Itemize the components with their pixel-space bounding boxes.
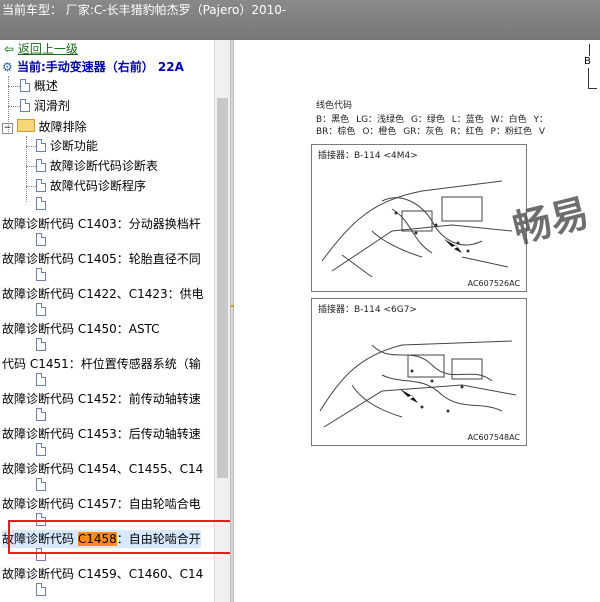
connector-top-bracket	[588, 68, 597, 89]
figure-code: AC607548AC	[467, 433, 520, 442]
wire-color-entry: P：粉红色	[490, 127, 532, 137]
scroll-thumb[interactable]	[217, 98, 228, 478]
connector-figure-2: 插接器：B-114 <6G7> AC607548AC	[311, 298, 527, 446]
tree-item-label: 概述	[33, 79, 58, 93]
connector-top-label: B	[584, 56, 591, 67]
tree-item-dtc-procedure[interactable]: 故障代码诊断程序	[36, 177, 146, 195]
tree-item-diagnosis-function[interactable]: 诊断功能	[36, 137, 98, 155]
tree-code-label: 故障诊断代码 C1452：前传动轴转速	[2, 392, 201, 406]
back-link-label: 返回上一级	[17, 42, 78, 56]
tree-item-doc[interactable]	[36, 371, 46, 389]
current-node[interactable]: ⚙ 当前:手动变速器（右前） 22A	[2, 58, 184, 76]
figure-label: 插接器：B-114 <6G7>	[318, 305, 417, 315]
wire-color-entry: V	[538, 127, 546, 137]
tree-item-label: 故障排除	[38, 120, 87, 134]
tree-item-doc[interactable]	[36, 581, 46, 599]
document-icon	[36, 408, 46, 421]
tree-item-code[interactable]: 故障诊断代码 C1453：后传动轴转速	[2, 425, 201, 443]
engine-bay-diagram	[319, 340, 517, 428]
wire-color-entry: BR：棕色	[316, 127, 356, 137]
document-icon	[36, 338, 46, 351]
tree-code-label: 故障诊断代码 C1450：ASTC	[2, 322, 160, 336]
title-bar-text: 当前车型： 厂家:C-长丰猎豹帕杰罗（Pajero）2010-	[2, 3, 287, 17]
tree-item-label: 诊断功能	[49, 139, 98, 153]
wire-color-row-2: BR：棕色 O：橙色 GR：灰色 R：红色 P：粉红色 V	[316, 124, 549, 137]
connector-figure-1: 插接器：B-114 <4M4> AC607526AC	[311, 144, 527, 292]
document-icon	[20, 99, 30, 112]
tree-item-doc[interactable]	[36, 301, 46, 319]
tree-item-doc[interactable]	[36, 195, 46, 213]
tree-code-label: 故障诊断代码 C1453：后传动轴转速	[2, 427, 201, 441]
tree-item-doc[interactable]	[36, 476, 46, 494]
wire-color-title: 线色代码	[316, 101, 353, 111]
tree-code-label: 故障诊断代码 C1459、C1460、C14	[2, 567, 204, 581]
collapse-icon: −	[2, 123, 13, 134]
content-pane: B 线色代码 B：黑色 LG：浅绿色 G：绿色 L：蓝色 W：白色 Y： BR：…	[234, 40, 600, 602]
document-icon	[36, 159, 46, 172]
tree-panel: ⇦ 返回上一级 ⚙ 当前:手动变速器（右前） 22A 概述 润滑剂 − 故障排除…	[0, 40, 230, 602]
figure-label: 插接器：B-114 <4M4>	[318, 151, 418, 161]
document-icon	[36, 478, 46, 491]
tree-item-troubleshooting[interactable]: − 故障排除	[2, 118, 87, 136]
tree-code-label: 代码 C1451：杆位置传感器系统（输	[2, 357, 201, 371]
document-icon	[36, 583, 46, 596]
tree-scrollbar[interactable]	[214, 40, 230, 602]
tree-item-code[interactable]: 故障诊断代码 C1459、C1460、C14	[2, 565, 203, 583]
tree-code-label: 故障诊断代码 C1422、C1423：供电	[2, 287, 204, 301]
document-icon	[36, 197, 46, 210]
selection-outline	[8, 520, 235, 554]
tree-item-label: 故障代码诊断程序	[49, 179, 146, 193]
arrow-icon	[444, 239, 462, 253]
tree-item-code[interactable]: 故障诊断代码 C1454、C1455、C14	[2, 460, 203, 478]
document-icon	[36, 179, 46, 192]
title-bar: 当前车型： 厂家:C-长丰猎豹帕杰罗（Pajero）2010-	[0, 0, 600, 40]
document-icon	[36, 303, 46, 316]
gear-icon: ⚙	[2, 60, 13, 74]
tree-item-lubricant[interactable]: 润滑剂	[20, 97, 70, 115]
tree-item-doc[interactable]	[36, 266, 46, 284]
tree-item-dtc-table[interactable]: 故障诊断代码诊断表	[36, 157, 158, 175]
tree-item-doc[interactable]	[36, 441, 46, 459]
tree-code-label: 故障诊断代码 C1454、C1455、C14	[2, 462, 204, 476]
back-arrow-icon: ⇦	[4, 42, 15, 56]
current-node-label: 当前:手动变速器（右前） 22A	[16, 60, 184, 74]
tree-item-label: 润滑剂	[33, 99, 70, 113]
tree-item-code[interactable]: 故障诊断代码 C1450：ASTC	[2, 320, 160, 338]
tree-item-label: 故障诊断代码诊断表	[49, 159, 158, 173]
tree-item-code[interactable]: 代码 C1451：杆位置传感器系统（输	[2, 355, 201, 373]
connector-top-line	[589, 44, 590, 56]
tree-item-code[interactable]: 故障诊断代码 C1422、C1423：供电	[2, 285, 204, 303]
wire-color-entry: GR：灰色	[403, 127, 444, 137]
document-icon	[36, 268, 46, 281]
arrow-icon	[400, 389, 418, 403]
tree-code-label: 故障诊断代码 C1403：分动器换档杆	[2, 217, 201, 231]
engine-bay-diagram	[321, 180, 513, 278]
tree-item-code[interactable]: 故障诊断代码 C1452：前传动轴转速	[2, 390, 201, 408]
tree-code-label: 故障诊断代码 C1457：自由轮啮合电	[2, 497, 201, 511]
tree-item-code[interactable]: 故障诊断代码 C1457：自由轮啮合电	[2, 495, 201, 513]
back-link[interactable]: ⇦ 返回上一级	[4, 40, 78, 58]
tree-code-label: 故障诊断代码 C1405：轮胎直径不同	[2, 252, 201, 266]
wire-color-entry: O：橙色	[362, 127, 397, 137]
tree-item-doc[interactable]	[36, 231, 46, 249]
document-icon	[36, 443, 46, 456]
document-icon	[36, 373, 46, 386]
tree-item-doc[interactable]	[36, 406, 46, 424]
wire-color-entry: R：红色	[450, 127, 484, 137]
tree-item-doc[interactable]	[36, 336, 46, 354]
folder-open-icon	[16, 119, 35, 132]
document-icon	[36, 139, 46, 152]
document-icon	[36, 233, 46, 246]
document-icon	[20, 79, 30, 92]
tree-item-code[interactable]: 故障诊断代码 C1403：分动器换档杆	[2, 215, 201, 233]
tree-item-overview[interactable]: 概述	[20, 77, 58, 95]
figure-code: AC607526AC	[467, 279, 520, 288]
tree-item-code[interactable]: 故障诊断代码 C1405：轮胎直径不同	[2, 250, 201, 268]
